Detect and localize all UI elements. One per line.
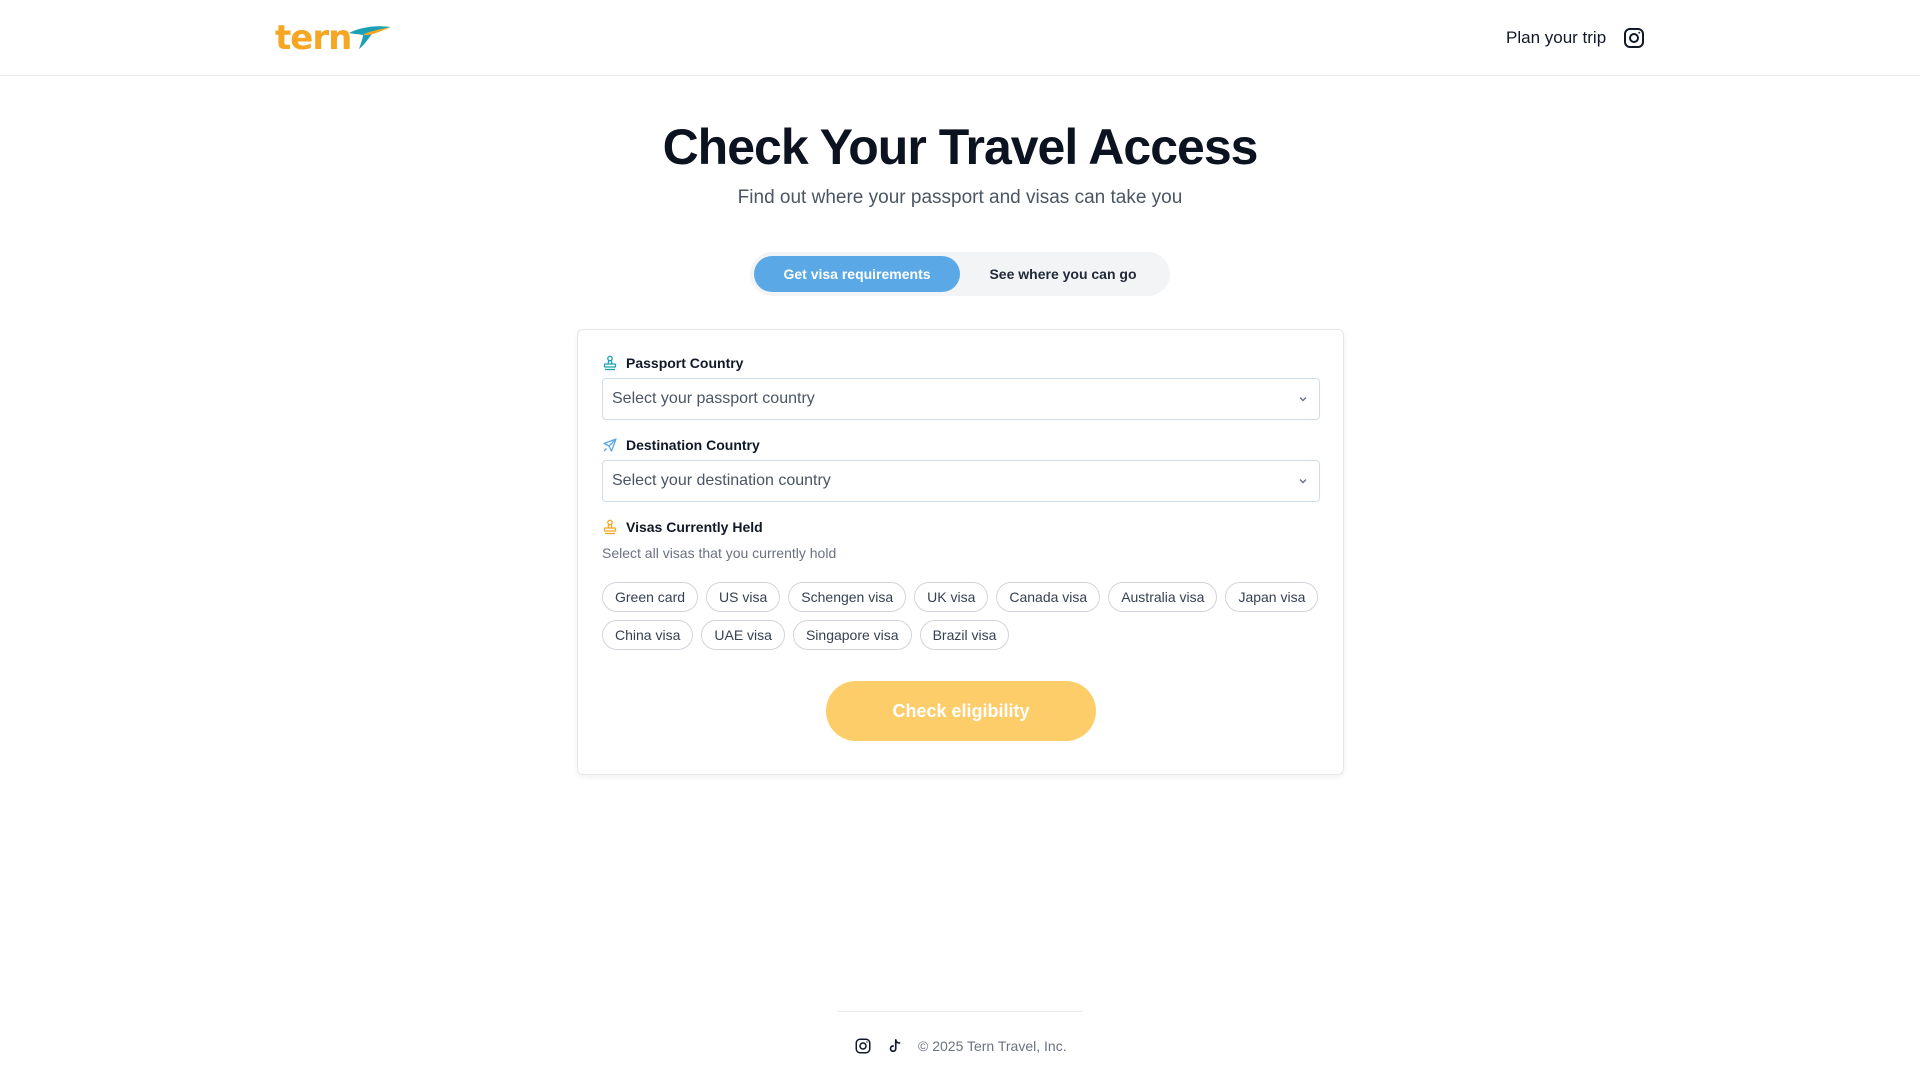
passport-country-label-text: Passport Country — [626, 355, 744, 371]
visa-check-form-card: Passport Country Select your passport co… — [577, 329, 1344, 775]
visas-held-label: Visas Currently Held — [602, 518, 763, 536]
instagram-icon[interactable] — [1622, 26, 1646, 50]
passport-country-select[interactable]: Select your passport country — [602, 378, 1320, 420]
visa-chip-china-visa[interactable]: China visa — [602, 620, 694, 650]
visa-chip-uae-visa[interactable]: UAE visa — [701, 620, 785, 650]
mode-toggle: Get visa requirements See where you can … — [750, 252, 1170, 296]
chevron-down-icon — [1299, 397, 1307, 402]
visa-chip-australia-visa[interactable]: Australia visa — [1108, 582, 1218, 612]
airplane-icon — [603, 438, 617, 452]
visa-chip-green-card[interactable]: Green card — [602, 582, 699, 612]
destination-country-label: Destination Country — [602, 436, 760, 454]
footer-divider — [838, 1011, 1082, 1012]
tab-see-where-you-can-go[interactable]: See where you can go — [960, 256, 1166, 292]
instagram-icon[interactable] — [854, 1037, 872, 1055]
copyright-text: © 2025 Tern Travel, Inc. — [918, 1038, 1067, 1054]
tern-bird-logo-icon — [349, 26, 392, 49]
visa-chip-schengen-visa[interactable]: Schengen visa — [788, 582, 907, 612]
page-title: Check Your Travel Access — [662, 119, 1259, 175]
visa-chip-brazil-visa[interactable]: Brazil visa — [919, 620, 1010, 650]
visas-held-hint: Select all visas that you currently hold — [602, 545, 837, 561]
site-footer: © 2025 Tern Travel, Inc. — [854, 1036, 1067, 1056]
passport-country-placeholder: Select your passport country — [612, 390, 815, 407]
visa-chip-uk-visa[interactable]: UK visa — [914, 582, 989, 612]
visa-chip-canada-visa[interactable]: Canada visa — [996, 582, 1101, 612]
check-eligibility-button[interactable]: Check eligibility — [826, 681, 1096, 741]
visa-chip-japan-visa[interactable]: Japan visa — [1225, 582, 1319, 612]
tab-get-visa-requirements[interactable]: Get visa requirements — [754, 256, 960, 292]
brand-name: tern — [275, 18, 352, 58]
destination-country-label-text: Destination Country — [626, 437, 760, 453]
chevron-down-icon — [1299, 479, 1307, 484]
passport-stamp-icon — [603, 355, 617, 371]
visa-chip-singapore-visa[interactable]: Singapore visa — [792, 620, 912, 650]
nav-plan-your-trip-link[interactable]: Plan your trip — [1506, 26, 1606, 50]
visas-held-label-text: Visas Currently Held — [626, 519, 763, 535]
passport-country-label: Passport Country — [602, 354, 743, 372]
visa-chip-list: Green card US visa Schengen visa UK visa… — [602, 582, 1320, 650]
site-header: tern Plan your trip — [0, 0, 1920, 76]
visa-chip-us-visa[interactable]: US visa — [706, 582, 781, 612]
tiktok-icon[interactable] — [886, 1037, 904, 1055]
destination-country-placeholder: Select your destination country — [612, 472, 831, 489]
page-subtitle: Find out where your passport and visas c… — [737, 187, 1183, 208]
destination-country-select[interactable]: Select your destination country — [602, 460, 1320, 502]
brand-logo[interactable]: tern — [275, 18, 393, 58]
visa-stamp-icon — [603, 519, 617, 535]
